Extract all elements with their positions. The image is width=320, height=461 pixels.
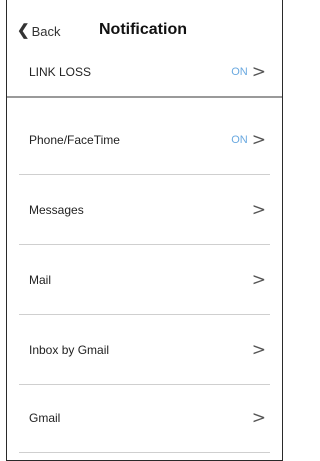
row-label: Messages bbox=[29, 203, 84, 217]
page-title: Notification bbox=[99, 21, 187, 38]
row-link-loss[interactable]: LINK LOSS ON > bbox=[7, 60, 282, 84]
row-label: LINK LOSS bbox=[29, 65, 92, 79]
row-right: > bbox=[251, 269, 266, 290]
chevron-right-icon: > bbox=[251, 339, 266, 360]
row-phone-facetime[interactable]: Phone/FaceTime ON > bbox=[7, 128, 282, 152]
row-label: Mail bbox=[29, 273, 52, 287]
row-label: Gmail bbox=[29, 411, 61, 425]
row-right: ON > bbox=[231, 129, 266, 150]
divider bbox=[19, 314, 270, 315]
chevron-right-icon: > bbox=[251, 199, 266, 220]
row-messages[interactable]: Messages > bbox=[7, 198, 282, 222]
row-label: Inbox by Gmail bbox=[29, 343, 110, 357]
divider bbox=[19, 174, 270, 175]
notification-screen: ❮ Back Notification LINK LOSS ON > Phone… bbox=[6, 0, 283, 461]
back-button[interactable]: ❮ Back bbox=[17, 22, 61, 39]
row-right: > bbox=[251, 339, 266, 360]
status-badge: ON bbox=[231, 134, 248, 146]
header: ❮ Back Notification bbox=[7, 0, 282, 44]
chevron-right-icon: > bbox=[251, 269, 266, 290]
row-label: Phone/FaceTime bbox=[29, 133, 120, 147]
divider bbox=[19, 384, 270, 385]
divider bbox=[7, 96, 282, 98]
row-right: > bbox=[251, 407, 266, 428]
row-gmail[interactable]: Gmail > bbox=[7, 406, 282, 430]
back-label: Back bbox=[31, 24, 61, 39]
chevron-right-icon: > bbox=[251, 407, 266, 428]
chevron-right-icon: > bbox=[251, 61, 266, 82]
chevron-right-icon: > bbox=[251, 129, 266, 150]
row-right: ON > bbox=[231, 61, 266, 82]
row-inbox-by-gmail[interactable]: Inbox by Gmail > bbox=[7, 338, 282, 362]
divider bbox=[19, 244, 270, 245]
row-right: > bbox=[251, 199, 266, 220]
divider bbox=[19, 452, 270, 453]
row-mail[interactable]: Mail > bbox=[7, 268, 282, 292]
status-badge: ON bbox=[231, 66, 248, 78]
chevron-left-icon: ❮ bbox=[17, 22, 30, 39]
